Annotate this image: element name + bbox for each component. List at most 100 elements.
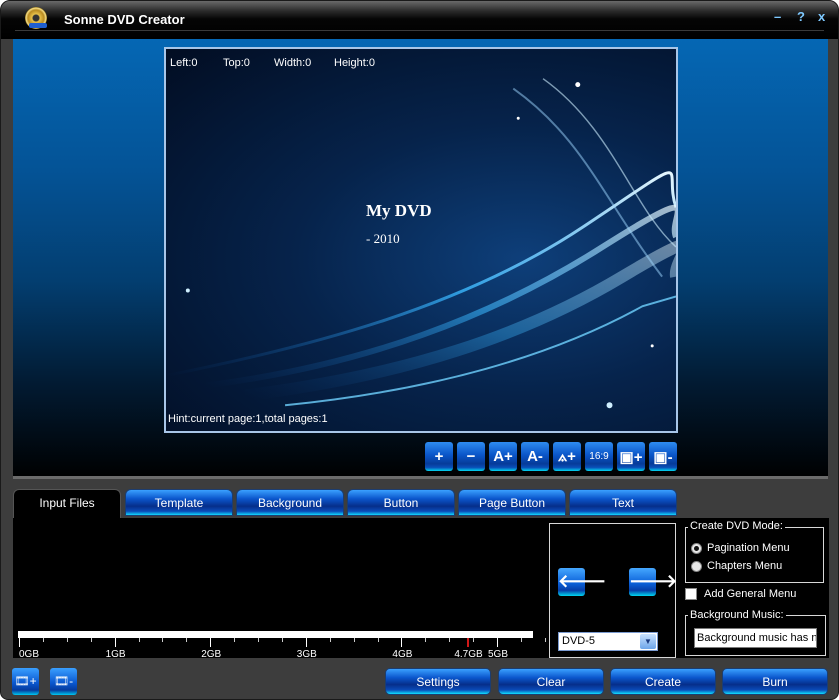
radio-button[interactable] [691, 560, 702, 572]
background-wave-art [166, 78, 676, 409]
ruler-major-tick [497, 638, 498, 647]
radio-button-checked[interactable] [691, 542, 702, 554]
chevron-down-icon[interactable]: ▼ [640, 634, 656, 649]
settings-button[interactable]: Settings [385, 668, 491, 695]
coord-height: Height:0 [334, 57, 375, 69]
background-music-field[interactable] [694, 628, 817, 648]
ruler-major-tick [401, 638, 403, 647]
ruler-minor-tick [520, 638, 522, 642]
remove-video-button[interactable]: 🎞- [50, 668, 77, 695]
title-bar[interactable]: Sonne DVD Creator – ? x [1, 1, 838, 39]
font-decrease-icon: A- [527, 448, 543, 465]
radio-chapters-menu[interactable]: Chapters Menu [691, 560, 782, 572]
create-button[interactable]: Create [610, 668, 716, 695]
ruler-label: 3GB [296, 649, 317, 660]
tab-template[interactable]: Template [125, 489, 233, 516]
minimize-button[interactable]: – [774, 9, 781, 24]
title-separator [15, 30, 824, 31]
add-shape-button[interactable]: ⟑+ [553, 442, 581, 471]
ruler-minor-tick [449, 638, 451, 642]
tab-background[interactable]: Background [236, 489, 344, 516]
disc-type-select[interactable]: DVD-5 ▼ [558, 632, 658, 651]
font-increase-icon: A+ [493, 448, 513, 465]
ruler-minor-tick [329, 638, 331, 642]
ruler-label: 5GB [488, 649, 509, 660]
background-music-label: Background Music: [688, 609, 786, 621]
ruler-major-tick [19, 638, 20, 647]
radio-label: Chapters Menu [707, 560, 783, 572]
ruler-minor-tick [425, 638, 427, 642]
ruler-minor-tick [377, 638, 379, 642]
ruler-minor-tick [353, 638, 355, 642]
coord-top: Top:0 [223, 57, 250, 69]
remove-frame-button[interactable]: ▣- [649, 442, 677, 471]
close-button[interactable]: x [818, 9, 825, 24]
burn-button[interactable]: Burn [722, 668, 828, 695]
tab-text[interactable]: Text [569, 489, 677, 516]
ruler-label: 2GB [201, 649, 222, 660]
disc-capacity-bar [18, 631, 533, 638]
checkbox-label: Add General Menu [704, 588, 797, 600]
menu-title-text[interactable]: My DVD [366, 201, 432, 221]
add-shape-icon: ⟑+ [558, 448, 576, 465]
ruler-minor-tick [42, 638, 44, 642]
coord-left: Left:0 [170, 57, 198, 69]
remove-item-button[interactable]: − [457, 442, 485, 471]
previous-page-button[interactable]: 🡐 [558, 568, 606, 596]
ruler-minor-tick [66, 638, 68, 642]
checkbox[interactable] [685, 588, 697, 600]
arrow-left-icon: 🡐 [558, 571, 607, 591]
window-title: Sonne DVD Creator [64, 12, 185, 27]
aspect-ratio-button[interactable]: 16:9 [585, 442, 613, 471]
page-hint: Hint:current page:1,total pages:1 [168, 413, 328, 425]
ruler-label: 0GB [19, 649, 40, 660]
dvd-mode-label: Create DVD Mode: [688, 520, 785, 532]
menu-preview-canvas[interactable]: Left:0 Top:0 Width:0 Height:0 My DVD - 2… [164, 47, 678, 433]
dvd-mode-group [685, 527, 824, 583]
remove-frame-icon: ▣- [653, 448, 673, 466]
ruler-label: 4GB [392, 649, 413, 660]
add-video-button[interactable]: 🎞+ [12, 668, 39, 695]
ruler-minor-tick [162, 638, 164, 642]
minus-icon: − [466, 448, 476, 465]
tab-button[interactable]: Button [347, 489, 455, 516]
font-decrease-button[interactable]: A- [521, 442, 549, 471]
ruler-major-tick [114, 638, 116, 647]
radio-label: Pagination Menu [707, 542, 790, 554]
editor-divider [13, 476, 828, 479]
ruler-minor-tick [544, 638, 546, 642]
capacity-limit-marker [467, 638, 470, 647]
ruler-minor-tick [281, 638, 283, 642]
radio-pagination-menu[interactable]: Pagination Menu [691, 542, 790, 554]
dvd-app-icon [25, 7, 47, 29]
ruler-minor-tick [234, 638, 236, 642]
ruler-major-tick [305, 638, 307, 647]
menu-subtitle-text[interactable]: - 2010 [366, 231, 400, 247]
ruler-minor-tick [90, 638, 92, 642]
ruler-label: 1GB [105, 649, 126, 660]
ruler-label: 4.7GB [454, 649, 483, 660]
disc-type-value: DVD-5 [562, 635, 596, 647]
tab-page-button[interactable]: Page Button [458, 489, 566, 516]
ruler-minor-tick [138, 638, 140, 642]
help-button[interactable]: ? [797, 9, 805, 24]
add-frame-icon: ▣+ [619, 448, 643, 466]
tab-input-files[interactable]: Input Files [13, 489, 121, 519]
add-item-button[interactable]: + [425, 442, 453, 471]
add-frame-button[interactable]: ▣+ [617, 442, 645, 471]
app-window: Sonne DVD Creator – ? x Left:0 Top:0 Wid… [0, 0, 839, 700]
plus-icon: + [434, 448, 444, 465]
font-increase-button[interactable]: A+ [489, 442, 517, 471]
aspect-ratio-icon: 16:9 [589, 451, 609, 462]
film-remove-icon: 🎞- [53, 674, 74, 688]
add-general-menu-checkbox[interactable]: Add General Menu [685, 588, 796, 600]
coord-width: Width:0 [274, 57, 312, 69]
ruler-minor-tick [258, 638, 259, 642]
ruler-major-tick [210, 638, 212, 647]
next-page-button[interactable]: 🡒 [629, 568, 677, 596]
ruler-minor-tick [186, 638, 188, 642]
clear-button[interactable]: Clear [498, 668, 604, 695]
film-add-icon: 🎞+ [14, 674, 37, 688]
arrow-right-icon: 🡒 [629, 571, 678, 591]
ruler-minor-tick [473, 638, 475, 642]
